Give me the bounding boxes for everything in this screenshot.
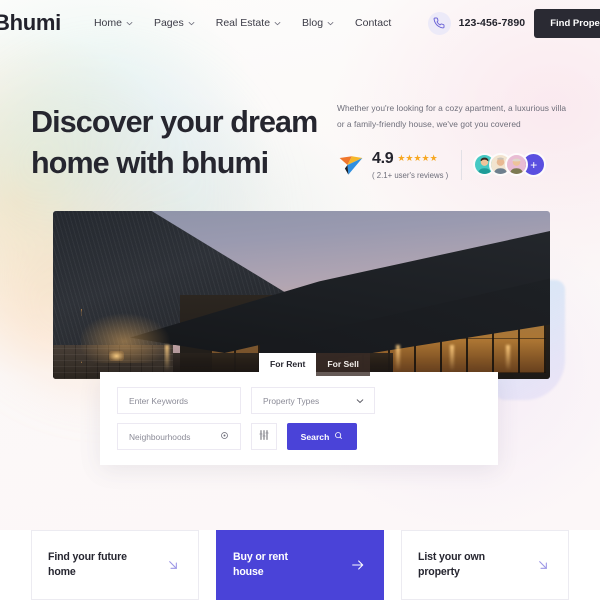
- find-property-button[interactable]: Find Property: [534, 8, 600, 38]
- chevron-down-icon: [188, 20, 195, 27]
- chevron-down-icon: [126, 20, 133, 27]
- nav-item-home[interactable]: Home: [94, 17, 133, 29]
- hero-side-block: Whether you're looking for a cozy apartm…: [337, 100, 572, 180]
- light-glow: [165, 345, 169, 371]
- property-search-panel: Enter Keywords Property Types Neighbourh…: [100, 372, 498, 465]
- phone-number: 123-456-7890: [458, 17, 526, 29]
- chevron-down-icon: [327, 20, 334, 27]
- keywords-input[interactable]: Enter Keywords: [117, 387, 241, 414]
- hero-subtitle-line2: or a family-friendly house, we've got yo…: [337, 119, 521, 130]
- header-actions: 123-456-7890 Find Property: [427, 8, 600, 38]
- card-title: Find your future home: [48, 550, 127, 579]
- light-glow: [450, 345, 454, 371]
- nav-item-real-estate[interactable]: Real Estate: [216, 17, 281, 29]
- hero-heading: Discover your dream home with bhumi: [31, 102, 331, 183]
- nav-label: Pages: [153, 17, 184, 29]
- card-buy-or-rent-house[interactable]: Buy or rent house: [216, 530, 384, 600]
- chevron-down-icon: [356, 397, 364, 404]
- tab-for-rent[interactable]: For Rent: [259, 353, 317, 376]
- card-title-line1: Buy or rent: [233, 551, 288, 564]
- search-icon: [334, 431, 343, 442]
- nav-item-blog[interactable]: Blog: [302, 17, 334, 29]
- tree-branches: [81, 309, 177, 363]
- card-title-line2: home: [48, 566, 76, 578]
- hero-subtitle-line1: Whether you're looking for a cozy apartm…: [337, 103, 567, 113]
- hero-subtitle: Whether you're looking for a cozy apartm…: [337, 100, 572, 133]
- filter-sliders-icon: [258, 428, 270, 446]
- nav-label: Blog: [302, 17, 324, 29]
- rating-score: 4.9: [372, 149, 394, 167]
- card-title: Buy or rent house: [233, 550, 288, 579]
- search-row-1: Enter Keywords Property Types: [117, 387, 481, 414]
- hero-heading-line1: Discover your dream: [31, 105, 318, 139]
- neighbourhoods-input[interactable]: Neighbourhoods: [117, 423, 241, 450]
- page-root: Bhumi Home Pages Real Estate Blog Contac…: [0, 0, 600, 600]
- card-title-line1: List your own: [418, 551, 485, 564]
- keywords-placeholder: Enter Keywords: [129, 395, 189, 406]
- logo[interactable]: Bhumi: [0, 10, 61, 36]
- property-types-value: Property Types: [263, 395, 320, 406]
- lit-tree: [81, 309, 177, 363]
- nav-label: Real Estate: [215, 17, 271, 29]
- listing-type-tabs: For Rent For Sell: [259, 353, 370, 376]
- trust-logo-icon: [337, 151, 365, 179]
- light-glow: [506, 345, 510, 371]
- phone-block[interactable]: 123-456-7890: [427, 11, 526, 35]
- chevron-down-icon: [274, 20, 281, 27]
- card-find-future-home[interactable]: Find your future home: [31, 530, 199, 600]
- light-glow: [396, 345, 400, 371]
- hero-heading-line2: home with bhumi: [31, 145, 269, 180]
- search-button[interactable]: Search: [287, 423, 357, 450]
- nav-label: Home: [93, 17, 122, 29]
- main-navigation: Home Pages Real Estate Blog Contact: [94, 17, 391, 29]
- neighbourhoods-placeholder: Neighbourhoods: [129, 431, 191, 442]
- arrow-down-right-icon: [165, 557, 181, 573]
- card-title-line2: property: [418, 566, 460, 578]
- card-list-own-property[interactable]: List your own property: [401, 530, 569, 600]
- rating-score-row: 4.9 ★★★★★: [372, 150, 448, 168]
- site-header: Bhumi Home Pages Real Estate Blog Contac…: [0, 0, 600, 46]
- card-title-line1: Find your future: [48, 551, 127, 564]
- location-target-icon[interactable]: [220, 431, 229, 442]
- search-row-2: Neighbourhoods Search: [117, 423, 481, 450]
- quick-links-cards: Find your future home Buy or rent house: [0, 530, 600, 600]
- phone-icon: [427, 11, 451, 35]
- nav-item-pages[interactable]: Pages: [154, 17, 195, 29]
- tab-for-sell[interactable]: For Sell: [316, 353, 370, 376]
- nav-item-contact[interactable]: Contact: [355, 17, 391, 29]
- star-rating-icon: ★★★★★: [397, 153, 438, 164]
- avatar-group: +: [473, 152, 547, 178]
- rating-block: 4.9 ★★★★★ ( 2.1+ user's reviews ) +: [337, 149, 572, 180]
- rating-text: 4.9 ★★★★★ ( 2.1+ user's reviews ): [372, 150, 448, 180]
- search-button-label: Search: [300, 431, 330, 442]
- arrow-right-icon: [350, 557, 366, 573]
- arrow-down-right-icon: [535, 557, 551, 573]
- card-title-line2: house: [233, 566, 264, 578]
- property-types-select[interactable]: Property Types: [251, 387, 375, 414]
- nav-label: Contact: [355, 17, 392, 29]
- divider: [461, 149, 463, 180]
- rating-note: ( 2.1+ user's reviews ): [372, 170, 449, 180]
- card-title: List your own property: [418, 550, 485, 579]
- filter-settings-button[interactable]: [251, 423, 277, 450]
